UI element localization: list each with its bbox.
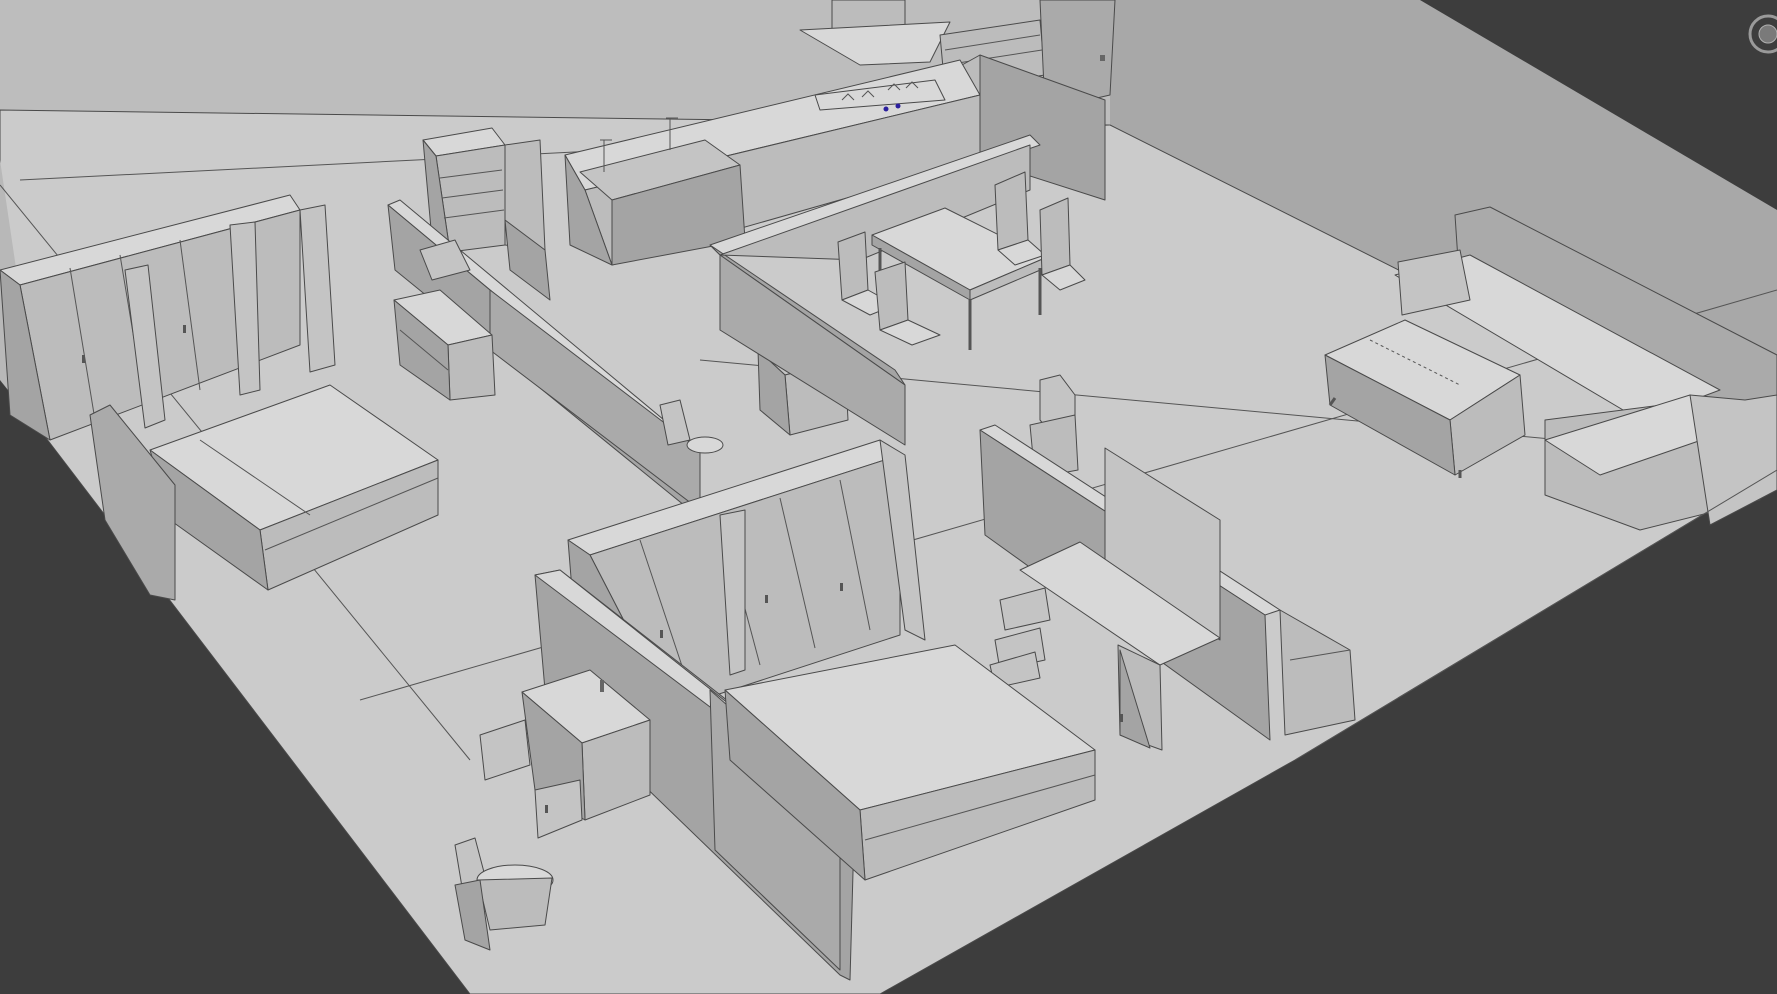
scene-render[interactable]: .e { stroke: #4a4a4a; stroke-width: 1; s… <box>0 0 1777 994</box>
viewcube-icon[interactable] <box>1738 8 1777 64</box>
3d-viewport[interactable]: .e { stroke: #4a4a4a; stroke-width: 1; s… <box>0 0 1777 994</box>
